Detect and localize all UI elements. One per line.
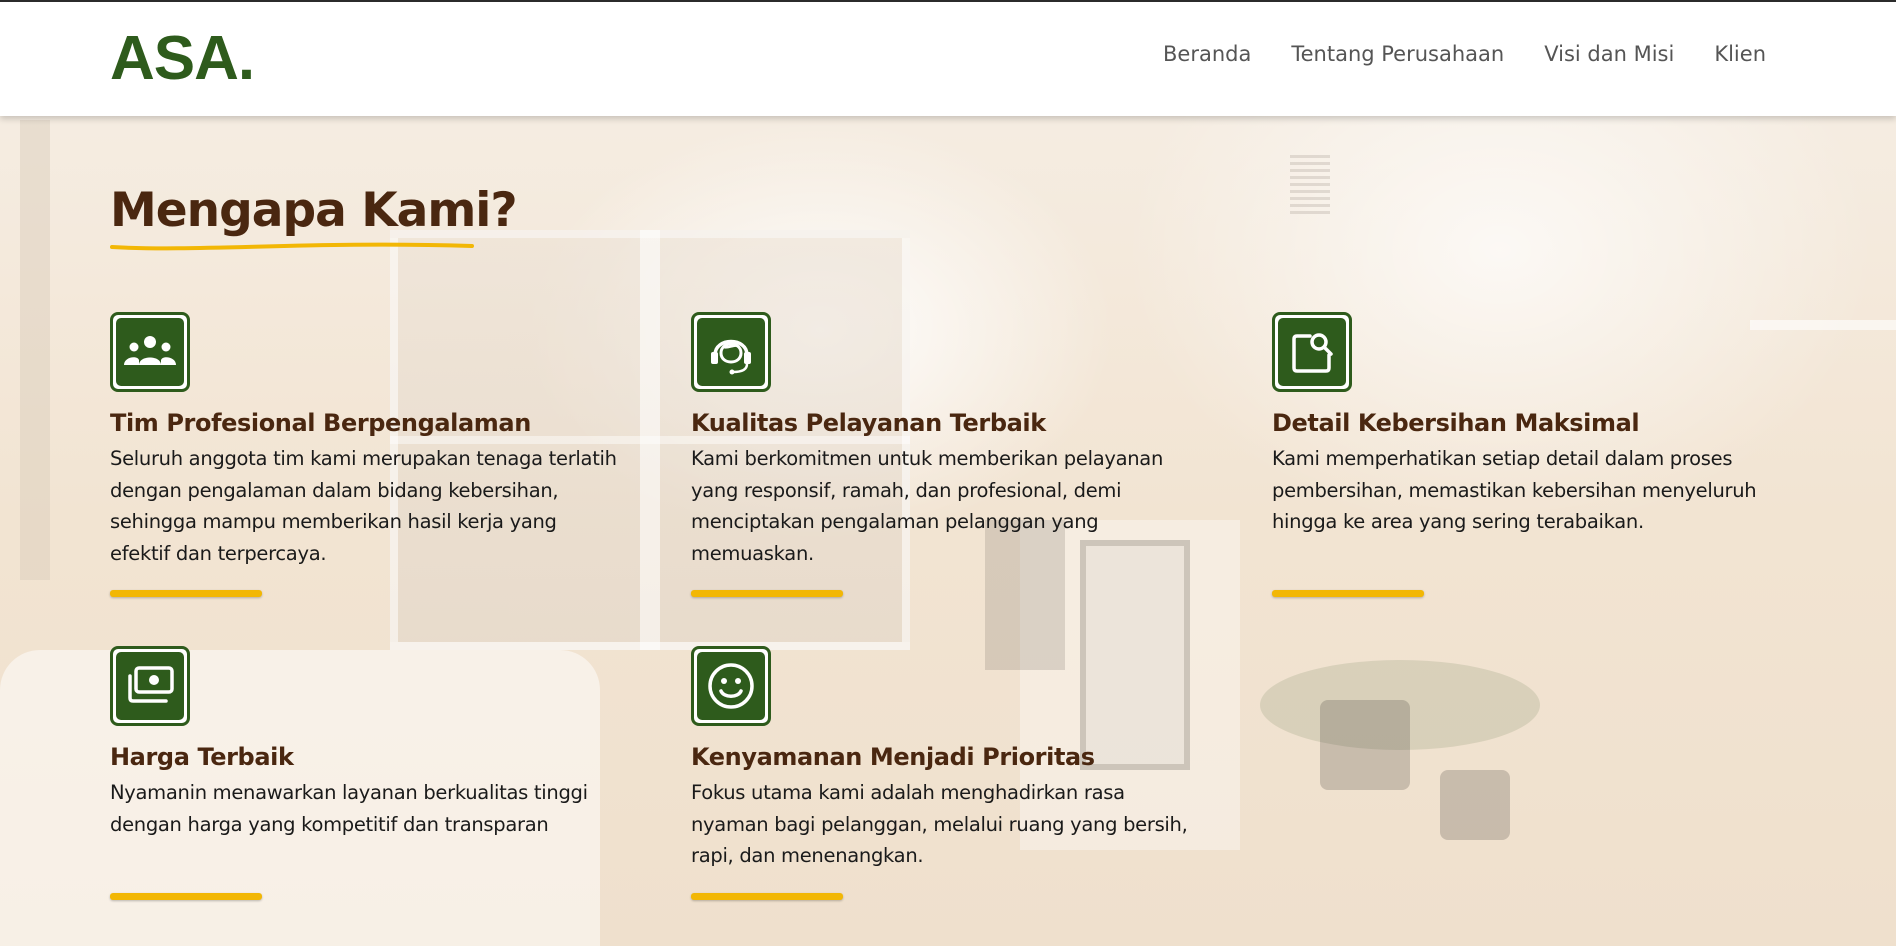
feature-accent-bar (691, 893, 843, 900)
feature-accent-bar (110, 893, 262, 900)
main-nav: Beranda Tentang Perusahaan Visi dan Misi… (1163, 42, 1766, 66)
feature-description: Nyamanin menawarkan layanan berkualitas … (110, 781, 588, 836)
section-title: Mengapa Kami? (110, 183, 518, 238)
feature-title: Detail Kebersihan Maksimal (1272, 409, 1640, 437)
background-plant-pot (1320, 700, 1410, 790)
smile-icon (708, 663, 754, 709)
feature-accent-bar (1272, 590, 1424, 597)
nav-link-tentang-perusahaan[interactable]: Tentang Perusahaan (1291, 42, 1504, 66)
feature-icon-frame (691, 646, 771, 726)
feature-card: Kualitas Pelayanan Terbaik Kami berkomit… (691, 312, 1201, 569)
feature-icon-frame (691, 312, 771, 392)
feature-accent-bar (110, 590, 262, 597)
background-wall (20, 120, 50, 580)
feature-title: Kenyamanan Menjadi Prioritas (691, 743, 1095, 771)
feature-card: Harga Terbaik Nyamanin menawarkan layana… (110, 646, 620, 840)
feature-icon-frame (110, 646, 190, 726)
feature-icon-frame (1272, 312, 1352, 392)
feature-title: Harga Terbaik (110, 743, 294, 771)
background-vent (1290, 155, 1330, 215)
feature-title: Kualitas Pelayanan Terbaik (691, 409, 1046, 437)
nav-link-beranda[interactable]: Beranda (1163, 42, 1251, 66)
section-heading: Mengapa Kami? (110, 183, 518, 251)
customer-service-icon (711, 339, 751, 375)
feature-description: Kami memperhatikan setiap detail dalam p… (1272, 447, 1757, 533)
nav-link-klien[interactable]: Klien (1714, 42, 1766, 66)
inspect-search-icon (1292, 333, 1333, 373)
feature-icon-frame (110, 312, 190, 392)
logo[interactable]: ASA. (110, 28, 255, 90)
feature-card: Detail Kebersihan Maksimal Kami memperha… (1272, 312, 1782, 538)
feature-card: Tim Profesional Berpengalaman Seluruh an… (110, 312, 620, 569)
feature-card: Kenyamanan Menjadi Prioritas Fokus utama… (691, 646, 1201, 872)
section-title-underline (110, 242, 474, 251)
feature-description: Fokus utama kami adalah menghadirkan ras… (691, 781, 1188, 867)
nav-link-visi-misi[interactable]: Visi dan Misi (1544, 42, 1674, 66)
background-plant-pot (1440, 770, 1510, 840)
feature-accent-bar (691, 590, 843, 597)
feature-description: Kami berkomitmen untuk memberikan pelaya… (691, 447, 1164, 565)
money-icon (128, 666, 174, 703)
feature-description: Seluruh anggota tim kami merupakan tenag… (110, 447, 617, 565)
top-navbar: ASA. Beranda Tentang Perusahaan Visi dan… (0, 0, 1896, 116)
team-icon (124, 336, 176, 365)
feature-title: Tim Profesional Berpengalaman (110, 409, 531, 437)
